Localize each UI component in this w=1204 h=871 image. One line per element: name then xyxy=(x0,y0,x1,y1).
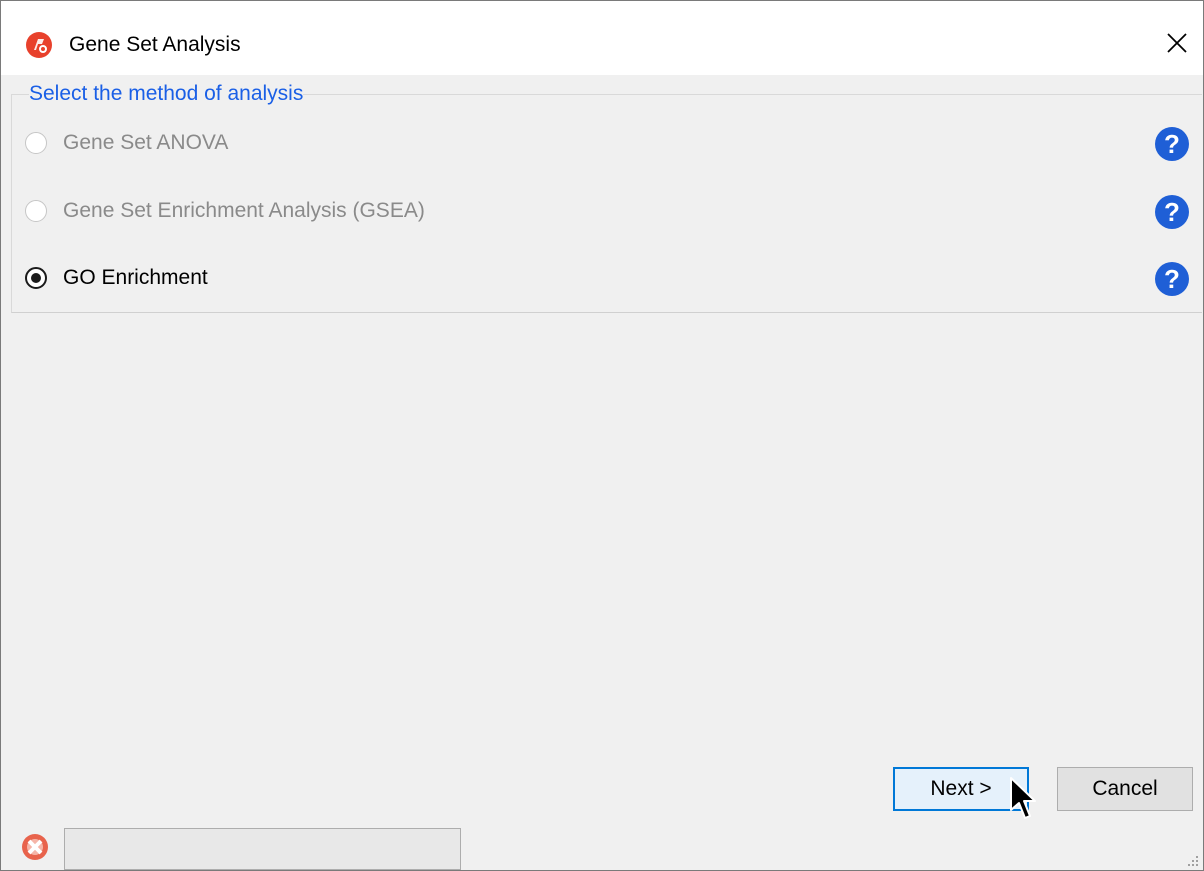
window-title: Gene Set Analysis xyxy=(69,33,241,56)
mouse-pointer-icon xyxy=(1010,777,1036,819)
option-go-enrichment[interactable]: GO Enrichment xyxy=(25,263,208,293)
svg-text:?: ? xyxy=(1164,129,1180,159)
radio-go-enrichment[interactable] xyxy=(25,267,47,289)
gene-set-analysis-dialog: Gene Set Analysis Select the method of a… xyxy=(0,0,1204,871)
title-bar[interactable]: Gene Set Analysis xyxy=(1,1,1203,75)
question-circle-icon[interactable]: ? xyxy=(1154,261,1190,297)
option-label: Gene Set Enrichment Analysis (GSEA) xyxy=(63,199,425,222)
cancel-button[interactable]: Cancel xyxy=(1057,767,1193,811)
status-field xyxy=(64,828,461,870)
resize-grip-icon[interactable] xyxy=(1181,851,1201,869)
question-circle-icon[interactable]: ? xyxy=(1154,126,1190,162)
svg-text:?: ? xyxy=(1164,264,1180,294)
option-gene-set-anova[interactable]: Gene Set ANOVA xyxy=(25,128,228,158)
svg-text:?: ? xyxy=(1164,197,1180,227)
close-icon xyxy=(1167,33,1187,53)
question-circle-icon[interactable]: ? xyxy=(1154,194,1190,230)
radio-gene-set-anova[interactable] xyxy=(25,132,47,154)
option-label: GO Enrichment xyxy=(63,266,208,289)
error-circle-icon xyxy=(22,834,48,860)
partek-logo-icon xyxy=(26,32,52,58)
group-legend: Select the method of analysis xyxy=(29,81,304,107)
option-gsea[interactable]: Gene Set Enrichment Analysis (GSEA) xyxy=(25,196,425,226)
option-label: Gene Set ANOVA xyxy=(63,131,229,154)
close-button[interactable] xyxy=(1155,21,1199,65)
radio-gsea[interactable] xyxy=(25,200,47,222)
